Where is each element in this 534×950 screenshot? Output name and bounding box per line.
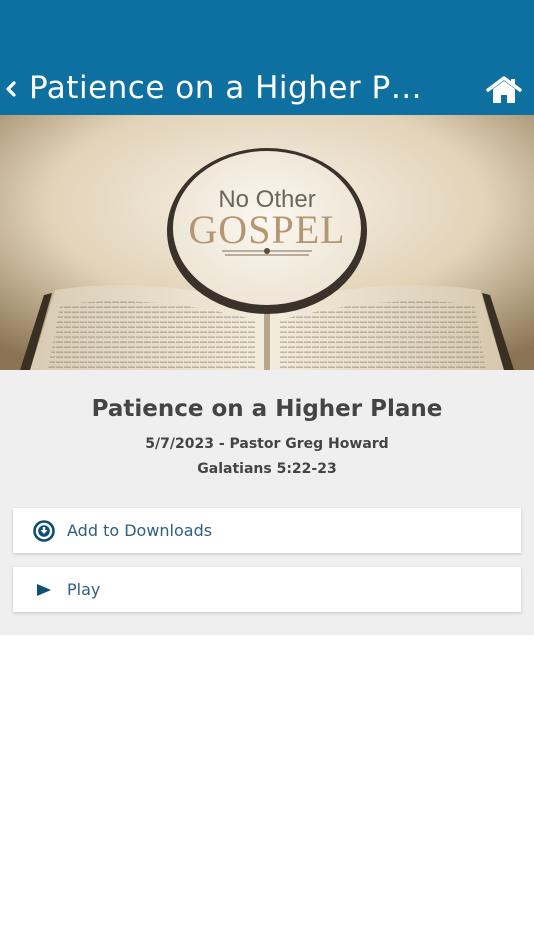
- back-button[interactable]: [4, 78, 18, 100]
- play-button[interactable]: Play: [13, 567, 521, 612]
- home-button[interactable]: [486, 76, 522, 104]
- download-circle-icon: [33, 520, 55, 542]
- sermon-scripture: Galatians 5:22-23: [197, 461, 337, 477]
- hero-line2: GOSPEL: [188, 207, 345, 252]
- add-to-downloads-button[interactable]: Add to Downloads: [13, 508, 521, 553]
- sermon-series-image: No Other GOSPEL: [0, 115, 534, 370]
- page-title: Patience on a Higher Pl…: [29, 70, 424, 106]
- add-to-downloads-label: Add to Downloads: [67, 521, 213, 540]
- sermon-title: Patience on a Higher Plane: [91, 396, 443, 422]
- bible-artwork: No Other GOSPEL: [0, 115, 534, 370]
- home-icon: [486, 76, 522, 103]
- app-header: Patience on a Higher Pl…: [0, 0, 534, 115]
- sermon-date-speaker: 5/7/2023 - Pastor Greg Howard: [145, 436, 389, 452]
- play-label: Play: [67, 580, 101, 599]
- play-icon: [37, 584, 51, 596]
- chevron-left-icon: [6, 81, 16, 97]
